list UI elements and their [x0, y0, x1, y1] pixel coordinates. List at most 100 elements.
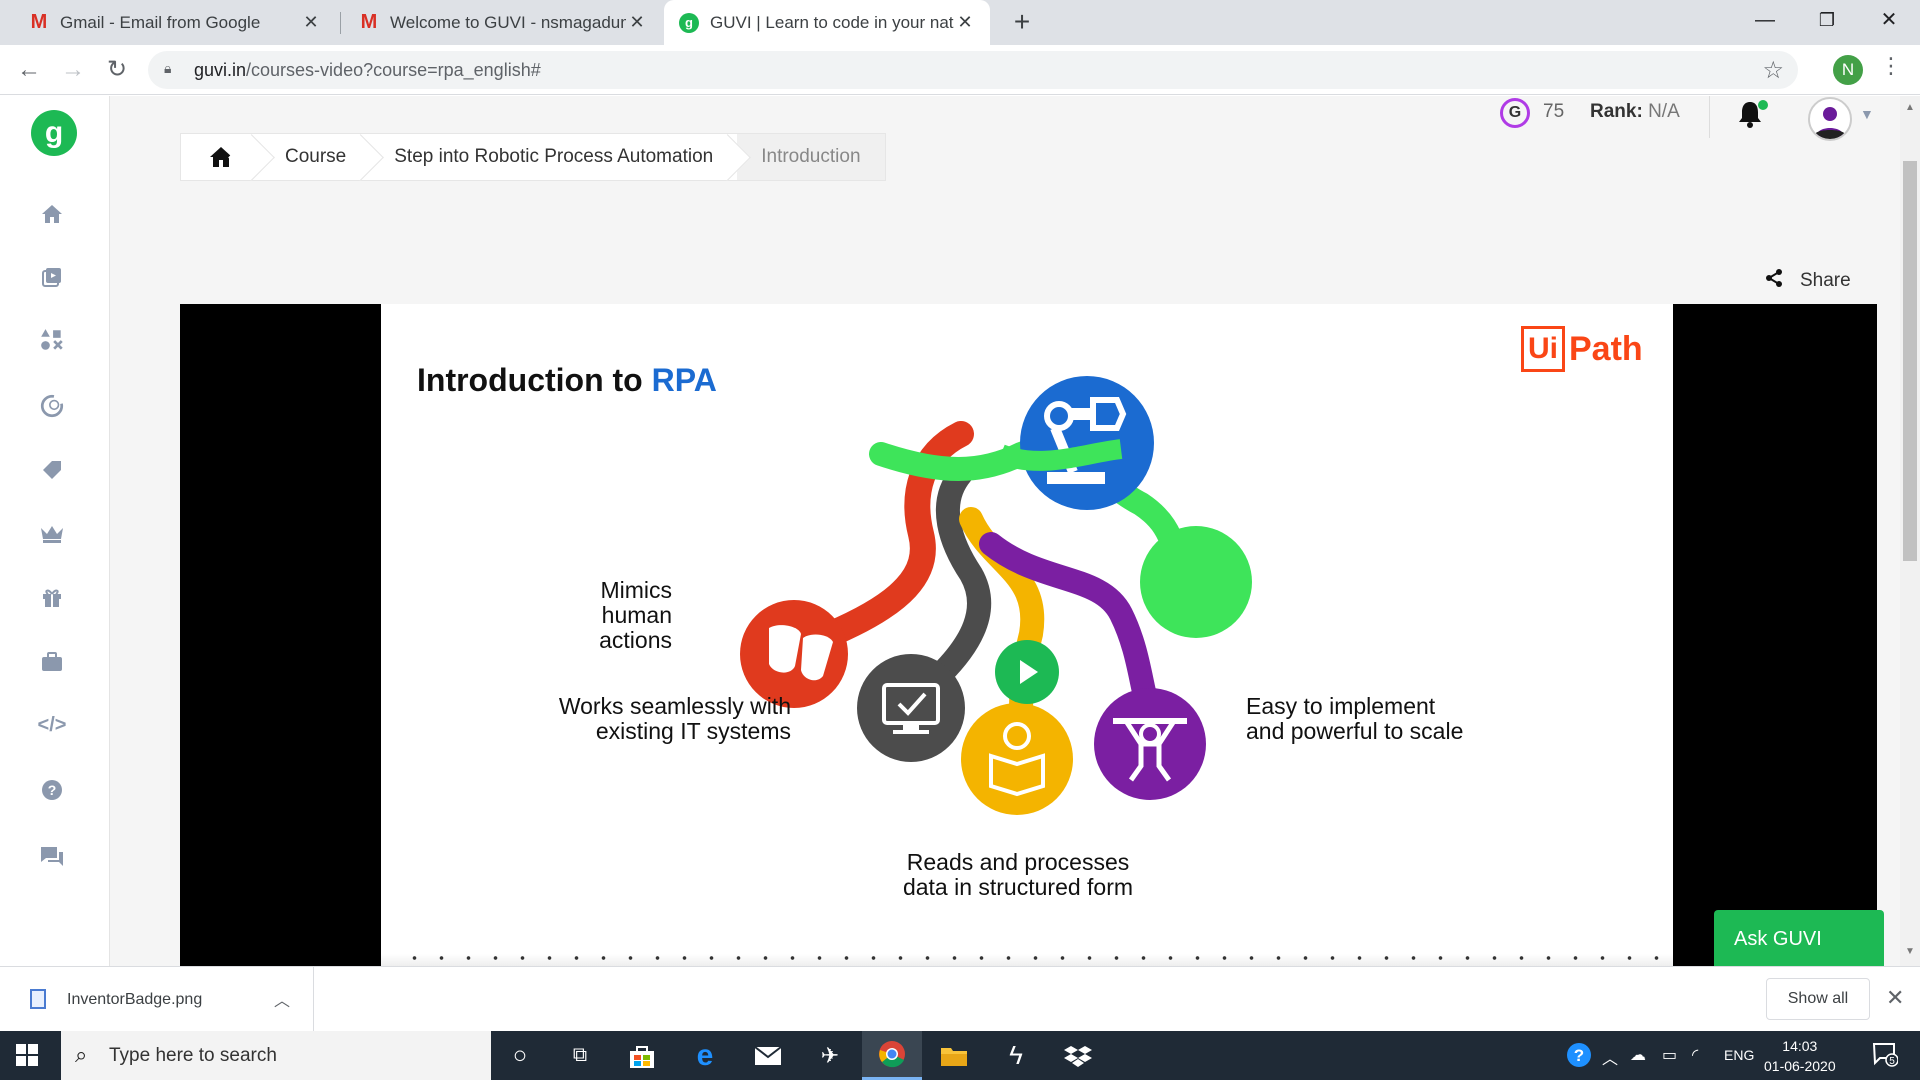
caption-mimics: Mimics human actions — [599, 577, 672, 653]
reader-circle — [961, 703, 1073, 815]
page-scrollbar[interactable]: ▲ ▼ — [1900, 96, 1920, 966]
close-tab-icon[interactable]: ✕ — [300, 12, 322, 33]
notification-dot — [1758, 100, 1768, 110]
video-slide: Introduction to RPA Ui Path Mimics human… — [381, 304, 1673, 966]
home-icon — [210, 147, 232, 167]
tab-gmail[interactable]: M Gmail - Email from Google ✕ — [14, 0, 336, 45]
chrome-icon[interactable] — [862, 1031, 922, 1080]
scroll-down-arrow[interactable]: ▼ — [1905, 946, 1915, 957]
image-file-icon — [30, 989, 46, 1009]
gmail-icon: M — [30, 11, 48, 33]
close-window-button[interactable]: ✕ — [1858, 0, 1920, 45]
task-view-icon[interactable]: ⧉ — [550, 1031, 610, 1080]
chevron-up-tray-icon[interactable]: ︿ — [1602, 1045, 1618, 1069]
lock-icon: 🔒︎ — [164, 60, 172, 76]
help-icon[interactable]: ? — [38, 776, 66, 804]
practice-icon[interactable] — [38, 326, 66, 354]
mail-icon[interactable] — [738, 1031, 798, 1080]
restore-button[interactable]: ❐ — [1796, 0, 1858, 45]
close-tab-icon[interactable]: ✕ — [626, 12, 648, 33]
home-icon[interactable] — [38, 200, 66, 228]
wifi-icon[interactable]: ◜ — [1692, 1045, 1698, 1065]
edge-icon[interactable]: e — [675, 1031, 735, 1080]
geekoin-count: 75 — [1543, 101, 1565, 122]
taskbar-search-box[interactable]: ⌕ Type here to search — [61, 1031, 491, 1080]
show-all-button[interactable]: Show all — [1766, 978, 1870, 1020]
cortana-icon[interactable]: ○ — [490, 1031, 550, 1080]
briefcase-icon[interactable] — [38, 648, 66, 676]
chevron-up-icon[interactable]: ︿ — [274, 987, 290, 1011]
chrome-menu-icon[interactable]: ⋮ — [1880, 53, 1902, 79]
breadcrumb-home[interactable] — [181, 134, 261, 180]
onedrive-icon[interactable]: ☁ — [1630, 1045, 1646, 1065]
play-button[interactable] — [995, 640, 1059, 704]
code-icon[interactable]: </> — [38, 711, 67, 739]
caption-reads: Reads and processes data in structured f… — [902, 849, 1134, 900]
guvi-logo[interactable]: g — [31, 110, 77, 156]
download-item[interactable]: InventorBadge.png ︿ — [0, 967, 314, 1031]
taskbar-clock[interactable]: 14:03 01-06-2020 — [1764, 1036, 1836, 1076]
scroll-up-arrow[interactable]: ▲ — [1905, 102, 1915, 113]
grey-branch — [929, 462, 991, 686]
caption-works: Works seamlessly with existing IT system… — [558, 693, 791, 744]
geekoin-icon: G — [1500, 98, 1530, 128]
courses-video-icon[interactable] — [38, 263, 66, 291]
video-player[interactable]: Introduction to RPA Ui Path Mimics human… — [180, 304, 1877, 966]
network-app-icon[interactable]: ✈ — [800, 1031, 860, 1080]
action-center-icon[interactable]: 5 — [1872, 1041, 1899, 1072]
dropbox-icon[interactable] — [1048, 1031, 1108, 1080]
gmail-icon: M — [360, 11, 378, 33]
downloads-bar: InventorBadge.png ︿ Show all ✕ — [0, 966, 1920, 1031]
store-icon[interactable] — [612, 1031, 672, 1080]
file-explorer-icon[interactable] — [924, 1031, 984, 1080]
back-button[interactable]: ← — [12, 53, 46, 87]
gift-icon[interactable] — [38, 583, 66, 611]
breadcrumb-course[interactable]: Course — [261, 134, 370, 180]
chrome-profile-avatar[interactable]: N — [1833, 55, 1863, 85]
svg-text:5: 5 — [1889, 1056, 1895, 1067]
crown-icon[interactable] — [38, 519, 66, 547]
battery-icon[interactable]: ▭ — [1662, 1045, 1677, 1065]
svg-text:?: ? — [1574, 1046, 1584, 1065]
slide-footer-dots — [381, 954, 1673, 966]
user-avatar[interactable] — [1808, 97, 1852, 141]
svg-text:?: ? — [48, 782, 57, 798]
divider — [1709, 96, 1710, 138]
tag-icon[interactable] — [38, 456, 66, 484]
breadcrumb: Course Step into Robotic Process Automat… — [180, 133, 886, 181]
guvi-icon: g — [678, 12, 700, 34]
close-tab-icon[interactable]: ✕ — [954, 12, 976, 33]
chevron-down-icon[interactable]: ▼ — [1860, 106, 1874, 122]
ask-guvi-button[interactable]: Ask GUVI — [1714, 910, 1884, 966]
browser-toolbar: ← → ↻ 🔒︎ guvi.in/courses-video?course=rp… — [0, 45, 1920, 95]
minimize-button[interactable]: — — [1734, 0, 1796, 45]
breadcrumb-course-name[interactable]: Step into Robotic Process Automation — [370, 134, 737, 180]
close-downloads-icon[interactable]: ✕ — [1886, 985, 1904, 1011]
forward-button[interactable]: → — [56, 53, 90, 87]
scrollbar-thumb[interactable] — [1903, 161, 1917, 561]
lightning-app-icon[interactable]: ϟ — [986, 1031, 1046, 1080]
url-text: guvi.in/courses-video?course=rpa_english… — [194, 60, 541, 80]
left-sidebar: g </> ? — [0, 96, 110, 966]
robot-arm-circle — [1020, 376, 1154, 510]
chat-icon[interactable] — [38, 842, 66, 870]
rank-display: Rank: N/A — [1590, 101, 1680, 122]
search-icon: ⌕ — [75, 1042, 88, 1067]
address-bar[interactable]: 🔒︎ guvi.in/courses-video?course=rpa_engl… — [148, 51, 1798, 89]
guvi-page: g </> ? G 75 Rank: N/A ▼ Course Step int… — [0, 96, 1920, 966]
help-tray-icon[interactable]: ? — [1565, 1041, 1593, 1074]
language-indicator[interactable]: ENG — [1724, 1047, 1754, 1063]
reload-button[interactable]: ↻ — [100, 53, 134, 87]
browser-tab-strip: M Gmail - Email from Google ✕ M Welcome … — [0, 0, 1920, 45]
share-icon — [1764, 268, 1784, 294]
windows-start-icon[interactable] — [16, 1044, 40, 1068]
webinar-icon[interactable] — [38, 392, 66, 420]
tab-guvi-welcome[interactable]: M Welcome to GUVI - nsmagadum ✕ — [344, 0, 662, 45]
breadcrumb-current: Introduction — [737, 134, 885, 180]
caption-easy: Easy to implement and powerful to scale — [1246, 693, 1464, 744]
share-button[interactable]: Share — [1764, 268, 1851, 294]
bookmark-star-icon[interactable]: ☆ — [1762, 56, 1784, 85]
green-circle — [1140, 526, 1252, 638]
tab-guvi-course[interactable]: g GUVI | Learn to code in your nati ✕ — [664, 0, 990, 45]
new-tab-button[interactable]: + — [1005, 6, 1039, 40]
